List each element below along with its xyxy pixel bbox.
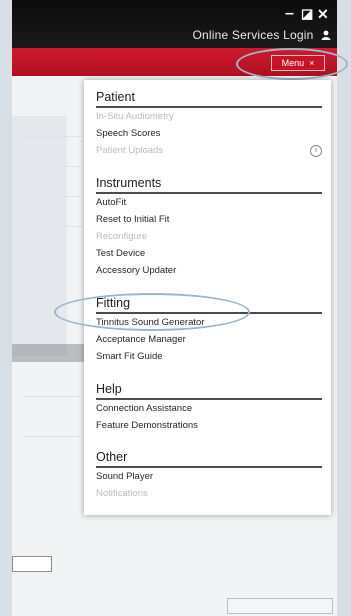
menu-item-reconfigure: Reconfigure (96, 231, 148, 242)
menu-item-autofit[interactable]: AutoFit (96, 194, 322, 211)
divider (22, 396, 82, 397)
divider (22, 226, 82, 227)
divider (22, 436, 82, 437)
user-icon (321, 30, 331, 40)
close-icon[interactable]: ✕ (317, 6, 329, 22)
menu-item-sound-player[interactable]: Sound Player (96, 468, 322, 485)
section-title: Help (96, 382, 322, 400)
menu-item-acceptance-manager[interactable]: Acceptance Manager (96, 331, 322, 348)
section-title: Patient (96, 90, 322, 108)
divider (22, 196, 82, 197)
menu-section-instruments: Instruments AutoFit Reset to Initial Fit… (96, 176, 322, 279)
background-field[interactable] (12, 556, 52, 572)
menu-item-reset-initial-fit[interactable]: Reset to Initial Fit (96, 211, 322, 228)
divider (22, 136, 82, 137)
info-icon[interactable]: i (310, 145, 322, 157)
menu-section-patient: Patient In-Situ Audiometry Speech Scores… (96, 90, 322, 159)
restore-icon[interactable]: ◪ (301, 6, 313, 22)
highlight-circle-menu (236, 48, 348, 80)
menu-section-help: Help Connection Assistance Feature Demon… (96, 382, 322, 434)
menu-item-accessory-updater[interactable]: Accessory Updater (96, 262, 322, 279)
background-button[interactable] (227, 598, 333, 614)
menu-item-in-situ-audiometry: In-Situ Audiometry (96, 111, 174, 122)
online-services-login[interactable]: Online Services Login (193, 28, 331, 42)
menu-item-feature-demonstrations[interactable]: Feature Demonstrations (96, 417, 322, 434)
divider (22, 166, 82, 167)
outer-frame: – ◪ ✕ Online Services Login Menu × Patie… (0, 0, 351, 616)
menu-item-label: Patient Uploads (96, 145, 164, 156)
menu-item-patient-uploads: Patient Uploads i (96, 142, 322, 159)
highlight-circle-tinnitus (54, 293, 250, 331)
section-title: Other (96, 450, 322, 468)
menu-item-connection-assistance[interactable]: Connection Assistance (96, 400, 322, 417)
background-panel (12, 116, 67, 356)
title-bar: – ◪ ✕ Online Services Login (12, 0, 337, 48)
section-title: Instruments (96, 176, 322, 194)
menu-item-notifications: Notifications (96, 488, 148, 499)
menu-section-other: Other Sound Player Notifications (96, 450, 322, 502)
menu-item-test-device[interactable]: Test Device (96, 245, 322, 262)
menu-item-speech-scores[interactable]: Speech Scores (96, 125, 322, 142)
minimize-icon[interactable]: – (285, 6, 294, 22)
menu-item-smart-fit-guide[interactable]: Smart Fit Guide (96, 348, 322, 365)
background-band (12, 344, 92, 362)
online-services-label: Online Services Login (192, 28, 314, 42)
